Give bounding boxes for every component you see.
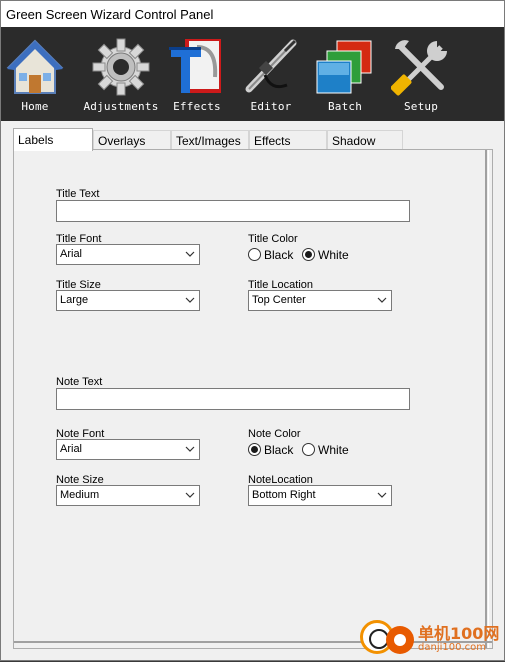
title-font-select[interactable]: Arial: [56, 244, 200, 265]
title-location-value: Top Center: [252, 294, 306, 306]
note-text-input[interactable]: [56, 388, 410, 410]
home-icon: [6, 39, 64, 94]
note-size-value: Medium: [60, 489, 100, 501]
toolbar-adjustments-button[interactable]: Adjustments: [81, 27, 161, 121]
note-font-select[interactable]: Arial: [56, 439, 200, 460]
toolbar-setup-button[interactable]: Setup: [381, 27, 461, 121]
window-title: Green Screen Wizard Control Panel: [1, 1, 504, 27]
toolbar-batch-label: Batch: [327, 100, 363, 113]
main-toolbar: Home Adjustments Effects Editor Batch Se…: [1, 27, 504, 121]
chevron-down-icon: [185, 251, 195, 257]
chevron-down-icon: [377, 492, 387, 498]
chevron-down-icon: [377, 297, 387, 303]
title-color-black-radio[interactable]: Black: [248, 248, 293, 264]
tab-overlays[interactable]: Overlays: [93, 130, 171, 150]
toolbar-home-button[interactable]: Home: [0, 27, 75, 121]
note-color-white-label: White: [318, 443, 349, 457]
toolbar-editor-button[interactable]: Editor: [231, 27, 311, 121]
note-color-black-radio[interactable]: Black: [248, 443, 293, 459]
title-size-select[interactable]: Large: [56, 290, 200, 311]
radio-checked-icon: [302, 248, 315, 261]
tools-icon: [391, 40, 447, 96]
chevron-down-icon: [185, 492, 195, 498]
note-color-black-label: Black: [264, 443, 294, 457]
scroll-edge: [485, 150, 489, 648]
control-panel: Labels Overlays Text/Images Effects Shad…: [9, 127, 498, 655]
toolbar-batch-button[interactable]: Batch: [305, 27, 385, 121]
radio-unchecked-icon: [248, 248, 261, 261]
toolbar-adjustments-label: Adjustments: [83, 100, 159, 113]
gear-icon: [92, 38, 150, 96]
title-location-select[interactable]: Top Center: [248, 290, 392, 311]
note-font-value: Arial: [60, 443, 83, 455]
toolbar-editor-label: Editor: [250, 100, 292, 113]
tab-effects[interactable]: Effects: [249, 130, 327, 150]
note-location-select[interactable]: Bottom Right: [248, 485, 392, 506]
toolbar-home-label: Home: [21, 100, 49, 113]
radio-unchecked-icon: [302, 443, 315, 456]
watermark-subtext: danji100.com: [418, 642, 486, 653]
title-size-value: Large: [60, 294, 89, 306]
note-size-select[interactable]: Medium: [56, 485, 200, 506]
note-color-white-radio[interactable]: White: [302, 443, 349, 459]
radio-checked-icon: [248, 443, 261, 456]
title-color-black-label: Black: [264, 248, 294, 262]
title-text-label: Title Text: [56, 188, 100, 200]
note-color-label: Note Color: [248, 428, 301, 440]
chevron-down-icon: [185, 297, 195, 303]
note-location-value: Bottom Right: [252, 489, 316, 501]
title-font-value: Arial: [60, 248, 83, 260]
tab-shadow[interactable]: Shadow: [327, 130, 403, 150]
title-text-input[interactable]: [56, 200, 410, 222]
tab-strip: Labels Overlays Text/Images Effects Shad…: [13, 128, 413, 151]
toolbar-effects-label: Effects: [173, 100, 221, 113]
note-text-label: Note Text: [56, 376, 103, 388]
airbrush-icon: [245, 39, 297, 93]
watermark-text: 单机100网: [418, 624, 500, 643]
app-window: Green Screen Wizard Control Panel Home A…: [0, 0, 505, 661]
site-watermark: 单机100网 danji100.com: [356, 616, 505, 662]
tab-labels[interactable]: Labels: [13, 128, 93, 151]
toolbar-effects-button[interactable]: Effects: [157, 27, 237, 121]
title-color-label: Title Color: [248, 233, 298, 245]
tab-text-images[interactable]: Text/Images: [171, 130, 249, 150]
batch-icon: [316, 40, 372, 94]
labels-tab-page: Title Text Title Font Arial Title Color …: [13, 149, 493, 649]
effects-icon: [169, 39, 221, 93]
watermark-logo-icon: [386, 626, 414, 654]
title-color-white-radio[interactable]: White: [302, 248, 349, 264]
toolbar-setup-label: Setup: [403, 100, 439, 113]
chevron-down-icon: [185, 446, 195, 452]
title-color-white-label: White: [318, 248, 349, 262]
